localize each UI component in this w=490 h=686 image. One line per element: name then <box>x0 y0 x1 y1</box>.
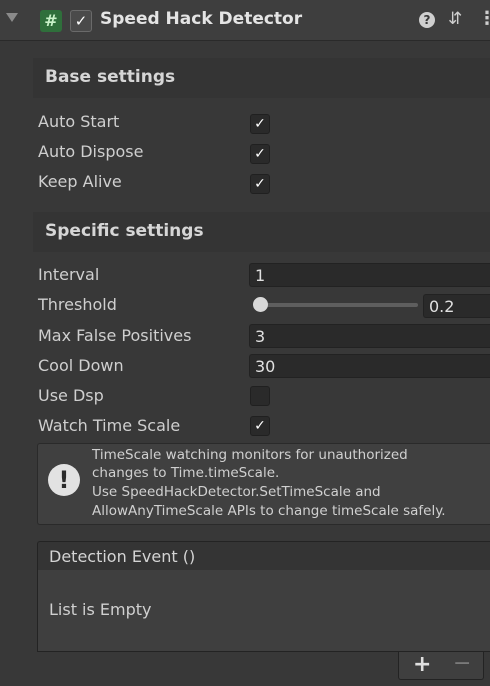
auto-start-label: Auto Start <box>38 112 120 131</box>
component-title: Speed Hack Detector <box>100 9 303 29</box>
help-line: changes to Time.timeScale. <box>92 465 280 481</box>
watch-time-scale-checkbox[interactable]: ✓ <box>250 416 270 436</box>
remove-icon[interactable]: − <box>453 651 471 676</box>
section-title: Specific settings <box>45 221 204 241</box>
interval-field[interactable]: 1 <box>249 263 490 287</box>
max-false-positives-label: Max False Positives <box>38 326 192 345</box>
use-dsp-label: Use Dsp <box>38 386 104 405</box>
threshold-field[interactable]: 0.2 <box>423 294 490 318</box>
event-list-body: List is Empty <box>37 570 490 652</box>
script-icon: # <box>40 10 62 32</box>
keep-alive-label: Keep Alive <box>38 172 122 191</box>
auto-dispose-checkbox[interactable]: ✓ <box>250 144 270 164</box>
detection-event-header: Detection Event () <box>37 541 490 571</box>
auto-start-checkbox[interactable]: ✓ <box>250 114 270 134</box>
use-dsp-checkbox[interactable] <box>250 386 270 406</box>
help-line: AllowAnyTimeScale APIs to change timeSca… <box>92 503 446 519</box>
cool-down-label: Cool Down <box>38 356 124 375</box>
info-help-box: ! TimeScale watching monitors for unauth… <box>37 443 490 525</box>
help-icon[interactable]: ? <box>419 12 435 28</box>
interval-label: Interval <box>38 265 100 284</box>
help-line: Use SpeedHackDetector.SetTimeScale and <box>92 484 381 500</box>
section-title: Base settings <box>45 67 176 87</box>
keep-alive-checkbox[interactable]: ✓ <box>250 174 270 194</box>
threshold-slider-handle[interactable] <box>253 297 268 312</box>
foldout-arrow-icon[interactable] <box>6 13 18 22</box>
cool-down-field[interactable]: 30 <box>249 354 490 378</box>
threshold-slider-track[interactable] <box>258 303 418 307</box>
max-false-positives-field[interactable]: 3 <box>249 324 490 348</box>
empty-list-text: List is Empty <box>49 600 152 619</box>
warning-exclamation-icon: ! <box>48 464 80 496</box>
watch-time-scale-label: Watch Time Scale <box>38 416 181 435</box>
auto-dispose-label: Auto Dispose <box>38 142 144 161</box>
component-enabled-checkbox[interactable]: ✓ <box>70 10 92 32</box>
event-list-footer: + − <box>398 651 484 680</box>
specific-settings-section: Specific settings <box>33 212 490 252</box>
event-title: Detection Event () <box>49 547 196 566</box>
base-settings-section: Base settings <box>33 58 490 98</box>
component-header: # ✓ Speed Hack Detector ? ⇵ ⋮ <box>0 0 490 41</box>
presets-icon[interactable]: ⇵ <box>448 9 462 29</box>
help-line: TimeScale watching monitors for unauthor… <box>92 447 408 463</box>
threshold-label: Threshold <box>38 295 117 314</box>
context-menu-icon[interactable]: ⋮ <box>478 8 490 29</box>
add-icon[interactable]: + <box>413 652 431 677</box>
